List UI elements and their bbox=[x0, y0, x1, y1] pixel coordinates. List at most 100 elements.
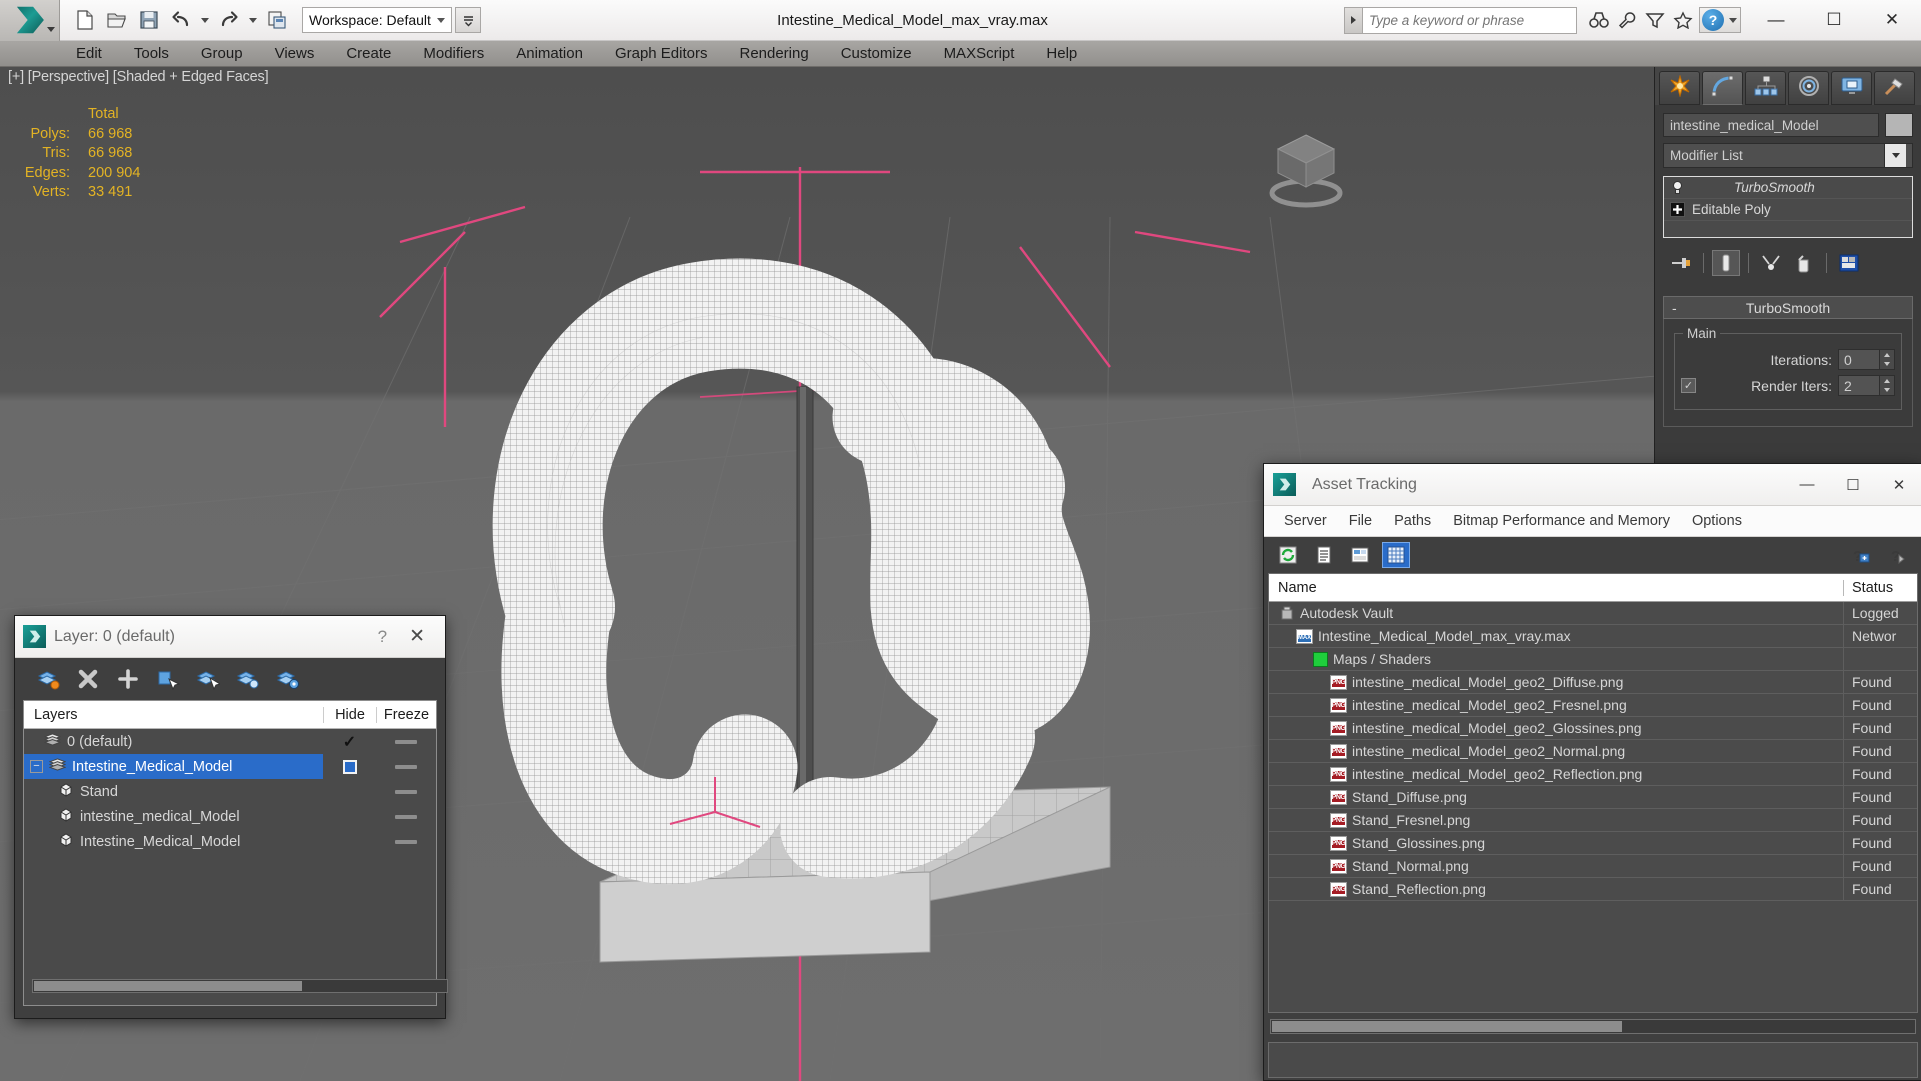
layer-freeze-cell[interactable] bbox=[376, 765, 436, 769]
maximize-button[interactable]: ☐ bbox=[1830, 464, 1876, 506]
asset-name-cell[interactable]: Autodesk Vault bbox=[1269, 602, 1843, 625]
star-icon[interactable] bbox=[1671, 8, 1695, 32]
new-file-icon[interactable] bbox=[70, 5, 100, 35]
delete-layer-icon[interactable] bbox=[75, 666, 101, 692]
stack-item-turbosmooth[interactable]: TurboSmooth bbox=[1664, 177, 1912, 199]
asset-menu-server[interactable]: Server bbox=[1274, 509, 1337, 533]
undo-icon[interactable] bbox=[166, 5, 196, 35]
asset-name-cell[interactable]: MAXIntestine_Medical_Model_max_vray.max bbox=[1269, 625, 1843, 648]
layer-settings-icon[interactable] bbox=[275, 666, 301, 692]
layer-name-cell[interactable]: Intestine_Medical_Model bbox=[24, 829, 323, 854]
list-view-icon[interactable] bbox=[1310, 542, 1338, 568]
iterations-spinner[interactable]: 0 bbox=[1838, 349, 1895, 370]
layer-expander-icon[interactable]: − bbox=[30, 760, 43, 773]
app-menu-button[interactable] bbox=[0, 0, 60, 41]
asset-name-cell[interactable]: PNGStand_Reflection.png bbox=[1269, 878, 1843, 901]
asset-row[interactable]: Maps / Shaders bbox=[1269, 648, 1917, 671]
render-iters-value[interactable]: 2 bbox=[1838, 375, 1880, 396]
menu-item-create[interactable]: Create bbox=[330, 42, 407, 65]
render-iters-checkbox[interactable]: ✓ bbox=[1681, 378, 1696, 393]
asset-row[interactable]: PNGStand_Glossines.pngFound bbox=[1269, 832, 1917, 855]
close-icon[interactable]: ✕ bbox=[397, 625, 437, 648]
menu-item-customize[interactable]: Customize bbox=[825, 42, 928, 65]
search-input[interactable] bbox=[1362, 7, 1577, 34]
create-new-layer-icon[interactable] bbox=[35, 666, 61, 692]
redo-dropdown-icon[interactable] bbox=[249, 18, 257, 23]
motion-tab[interactable] bbox=[1788, 71, 1829, 105]
asset-name-cell[interactable]: PNGintestine_medical_Model_geo2_Reflecti… bbox=[1269, 763, 1843, 786]
asset-tracking-titlebar[interactable]: Asset Tracking — ☐ ✕ bbox=[1264, 464, 1921, 506]
layer-name-cell[interactable]: Stand bbox=[24, 779, 323, 804]
close-button[interactable]: ✕ bbox=[1876, 464, 1921, 506]
binoculars-icon[interactable] bbox=[1587, 8, 1611, 32]
save-file-icon[interactable] bbox=[134, 5, 164, 35]
close-button[interactable]: ✕ bbox=[1863, 0, 1921, 41]
workspace-selector[interactable]: Workspace: Default bbox=[302, 7, 452, 33]
iterations-spinner-arrows[interactable] bbox=[1880, 349, 1895, 370]
help-question-icon[interactable]: ? bbox=[1884, 542, 1912, 568]
asset-row[interactable]: PNGintestine_medical_Model_geo2_Fresnel.… bbox=[1269, 694, 1917, 717]
asset-name-cell[interactable]: Maps / Shaders bbox=[1269, 648, 1843, 671]
hierarchy-tab[interactable] bbox=[1745, 71, 1786, 105]
scrollbar-thumb[interactable] bbox=[1272, 1021, 1622, 1032]
utilities-tab[interactable] bbox=[1874, 71, 1915, 105]
create-tab[interactable] bbox=[1659, 71, 1700, 105]
modify-tab[interactable] bbox=[1702, 71, 1743, 105]
layer-name-cell[interactable]: −Intestine_Medical_Model bbox=[24, 754, 323, 779]
layer-name-cell[interactable]: 0 (default) bbox=[24, 729, 323, 754]
asset-list-hscrollbar[interactable] bbox=[1270, 1019, 1916, 1034]
iterations-value[interactable]: 0 bbox=[1838, 349, 1880, 370]
asset-row[interactable]: PNGStand_Fresnel.pngFound bbox=[1269, 809, 1917, 832]
asset-row[interactable]: PNGintestine_medical_Model_geo2_Glossine… bbox=[1269, 717, 1917, 740]
asset-name-cell[interactable]: PNGintestine_medical_Model_geo2_Fresnel.… bbox=[1269, 694, 1843, 717]
workspace-dropdown-button[interactable] bbox=[455, 7, 481, 33]
layer-row[interactable]: 0 (default)✓ bbox=[24, 729, 436, 754]
layer-list-hscrollbar[interactable] bbox=[32, 979, 448, 993]
menu-item-maxscript[interactable]: MAXScript bbox=[928, 42, 1031, 65]
menu-item-group[interactable]: Group bbox=[185, 42, 259, 65]
asset-name-cell[interactable]: PNGintestine_medical_Model_geo2_Normal.p… bbox=[1269, 740, 1843, 763]
undo-dropdown-icon[interactable] bbox=[201, 18, 209, 23]
render-iters-spinner[interactable]: 2 bbox=[1838, 375, 1895, 396]
checkbox-icon[interactable] bbox=[343, 760, 357, 774]
menu-item-help[interactable]: Help bbox=[1030, 42, 1093, 65]
asset-list[interactable]: Name Status Autodesk VaultLoggedMAXIntes… bbox=[1268, 573, 1918, 1013]
asset-row[interactable]: PNGintestine_medical_Model_geo2_Reflecti… bbox=[1269, 763, 1917, 786]
asset-name-cell[interactable]: PNGStand_Normal.png bbox=[1269, 855, 1843, 878]
asset-menu-options[interactable]: Options bbox=[1682, 509, 1752, 533]
pin-icon[interactable] bbox=[1667, 250, 1695, 276]
refresh-icon[interactable] bbox=[1274, 542, 1302, 568]
layer-freeze-cell[interactable] bbox=[376, 815, 436, 819]
maximize-button[interactable]: ☐ bbox=[1805, 0, 1863, 41]
menu-item-tools[interactable]: Tools bbox=[118, 42, 185, 65]
open-file-icon[interactable] bbox=[102, 5, 132, 35]
asset-row[interactable]: MAXIntestine_Medical_Model_max_vray.maxN… bbox=[1269, 625, 1917, 648]
modifier-list-dropdown[interactable]: Modifier List bbox=[1663, 143, 1913, 168]
viewcube-icon[interactable] bbox=[1258, 117, 1354, 213]
menu-item-views[interactable]: Views bbox=[259, 42, 331, 65]
add-selection-to-layer-icon[interactable] bbox=[115, 666, 141, 692]
wrench-icon[interactable] bbox=[1615, 8, 1639, 32]
modifier-stack[interactable]: TurboSmoothEditable Poly bbox=[1663, 176, 1913, 238]
layer-freeze-cell[interactable] bbox=[376, 840, 436, 844]
asset-menu-file[interactable]: File bbox=[1339, 509, 1382, 533]
asset-tracking-dialog[interactable]: Asset Tracking — ☐ ✕ ServerFilePathsBitm… bbox=[1263, 463, 1921, 1081]
funnel-icon[interactable] bbox=[1643, 8, 1667, 32]
menu-item-animation[interactable]: Animation bbox=[500, 42, 599, 65]
asset-row[interactable]: PNGStand_Normal.pngFound bbox=[1269, 855, 1917, 878]
minimize-button[interactable]: — bbox=[1747, 0, 1805, 41]
turbosmooth-rollout-header[interactable]: - TurboSmooth bbox=[1663, 296, 1913, 319]
search-expand-icon[interactable] bbox=[1344, 7, 1362, 34]
asset-name-cell[interactable]: PNGintestine_medical_Model_geo2_Diffuse.… bbox=[1269, 671, 1843, 694]
layer-hide-cell[interactable] bbox=[323, 760, 376, 774]
asset-row[interactable]: Autodesk VaultLogged bbox=[1269, 602, 1917, 625]
layer-freeze-cell[interactable] bbox=[376, 790, 436, 794]
configure-sets-icon[interactable] bbox=[1835, 250, 1863, 276]
asset-row[interactable]: PNGintestine_medical_Model_geo2_Diffuse.… bbox=[1269, 671, 1917, 694]
stack-item-editable-poly[interactable]: Editable Poly bbox=[1664, 199, 1912, 221]
layer-dialog[interactable]: Layer: 0 (default) ? ✕ bbox=[14, 615, 446, 1019]
trash-icon[interactable] bbox=[1790, 250, 1818, 276]
display-tab[interactable] bbox=[1831, 71, 1872, 105]
asset-menu-bitmap-performance-and-memory[interactable]: Bitmap Performance and Memory bbox=[1443, 509, 1680, 533]
layer-row[interactable]: Intestine_Medical_Model bbox=[24, 829, 436, 854]
